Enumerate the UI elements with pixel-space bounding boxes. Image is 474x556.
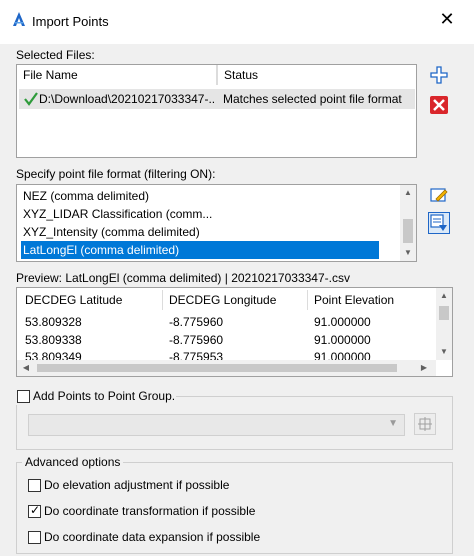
coordinate-expansion-option[interactable]: Do coordinate data expansion if possible xyxy=(28,530,328,546)
manage-format-icon xyxy=(430,214,447,231)
column-header-status[interactable]: Status xyxy=(217,65,416,85)
edit-format-button[interactable] xyxy=(428,184,450,206)
green-check-icon xyxy=(24,92,38,106)
point-file-format-list[interactable]: NEZ (comma delimited) XYZ_LIDAR Classifi… xyxy=(16,184,417,262)
advanced-options-label: Advanced options xyxy=(22,455,124,469)
app-logo-icon xyxy=(13,12,25,26)
column-header-file-name[interactable]: File Name xyxy=(17,65,217,85)
edit-format-icon xyxy=(430,188,448,202)
list-item[interactable]: XYZ_Intensity (comma delimited) xyxy=(21,223,379,241)
point-file-format-label: Specify point file format (filtering ON)… xyxy=(16,167,216,181)
table-cell: 53.809338 xyxy=(25,333,82,347)
selected-files-list[interactable]: File Name Status D:\Download\20210217033… xyxy=(16,64,417,158)
scroll-thumb[interactable] xyxy=(37,364,397,372)
coordinate-transformation-label: Do coordinate transformation if possible xyxy=(44,504,256,518)
scroll-thumb[interactable] xyxy=(403,219,413,243)
column-header-elevation[interactable]: Point Elevation xyxy=(308,290,432,310)
preview-table[interactable]: DECDEG Latitude DECDEG Longitude Point E… xyxy=(16,287,453,377)
list-item[interactable]: XYZ_LIDAR Classification (comm... xyxy=(21,205,379,223)
close-button[interactable]: ✕ xyxy=(436,8,458,30)
table-cell: 91.000000 xyxy=(314,315,371,329)
selected-files-label: Selected Files: xyxy=(16,48,95,62)
chevron-down-icon: ▼ xyxy=(388,418,398,429)
pick-point-group-button[interactable] xyxy=(414,413,436,435)
table-cell: -8.775960 xyxy=(169,315,224,329)
column-header-longitude[interactable]: DECDEG Longitude xyxy=(163,290,308,310)
check-mark-icon: ✓ xyxy=(30,503,41,517)
table-cell: -8.775960 xyxy=(169,333,224,347)
coordinate-expansion-checkbox[interactable] xyxy=(28,531,41,544)
plus-icon xyxy=(430,66,448,84)
list-item-selected[interactable]: LatLongEl (comma delimited) xyxy=(21,241,379,259)
add-to-point-group-label: Add Points to Point Group. xyxy=(33,389,176,403)
preview-vertical-scrollbar[interactable]: ▲ ▼ xyxy=(436,288,452,360)
scroll-up-arrow-icon[interactable]: ▲ xyxy=(436,288,452,304)
elevation-adjustment-label: Do elevation adjustment if possible xyxy=(44,478,230,492)
coordinate-expansion-label: Do coordinate data expansion if possible xyxy=(44,530,261,544)
add-file-button[interactable] xyxy=(428,64,450,86)
scroll-down-arrow-icon[interactable]: ▼ xyxy=(400,245,416,261)
window-title: Import Points xyxy=(32,14,109,29)
scroll-right-arrow-icon[interactable]: ▶ xyxy=(417,360,431,376)
point-group-dropdown[interactable]: ▼ xyxy=(28,414,405,436)
add-to-point-group-checkbox[interactable] xyxy=(17,390,30,403)
manage-format-button[interactable] xyxy=(428,212,450,234)
preview-horizontal-scrollbar[interactable]: ◀ ▶ xyxy=(17,360,436,376)
pick-icon xyxy=(418,417,432,431)
coordinate-transformation-option[interactable]: ✓ Do coordinate transformation if possib… xyxy=(28,503,328,520)
red-x-icon xyxy=(430,96,448,114)
table-cell: 91.000000 xyxy=(314,333,371,347)
remove-file-button[interactable] xyxy=(428,94,450,116)
format-list-scrollbar[interactable]: ▲ ▼ xyxy=(400,185,416,261)
coordinate-transformation-checkbox[interactable]: ✓ xyxy=(28,503,41,518)
scroll-thumb[interactable] xyxy=(439,306,449,320)
point-group-header: Add Points to Point Group. xyxy=(16,389,176,405)
column-header-latitude[interactable]: DECDEG Latitude xyxy=(19,290,163,310)
preview-label: Preview: LatLongEl (comma delimited) | 2… xyxy=(16,271,350,285)
scroll-up-arrow-icon[interactable]: ▲ xyxy=(400,185,416,201)
table-cell: 53.809328 xyxy=(25,315,82,329)
elevation-adjustment-option[interactable]: Do elevation adjustment if possible xyxy=(28,478,328,494)
status-cell: Matches selected point file format xyxy=(223,92,402,106)
scroll-left-arrow-icon[interactable]: ◀ xyxy=(19,360,33,376)
list-item[interactable]: NEZ (comma delimited) xyxy=(21,187,379,205)
table-row[interactable]: D:\Download\20210217033347-... Matches s… xyxy=(19,89,415,109)
scroll-down-arrow-icon[interactable]: ▼ xyxy=(436,344,452,360)
file-name-cell: D:\Download\20210217033347-... xyxy=(39,92,215,106)
elevation-adjustment-checkbox[interactable] xyxy=(28,479,41,492)
